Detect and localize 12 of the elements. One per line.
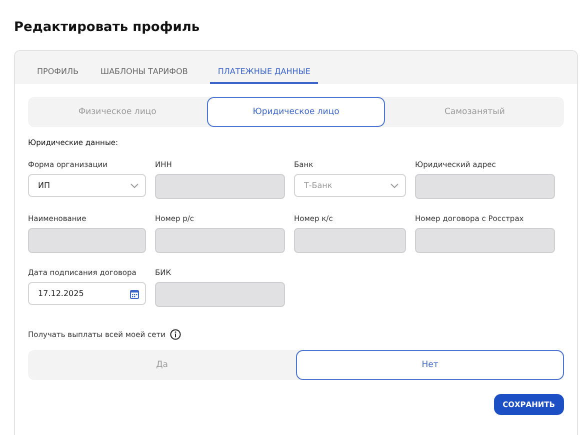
segment-option[interactable]: Юридическое лицо (206, 97, 386, 127)
date-field[interactable]: 17.12.2025 (28, 282, 146, 305)
info-icon[interactable] (170, 329, 180, 340)
chevron-down-icon (130, 182, 139, 188)
tab[interactable]: ШАБЛОНЫ ТАРИФОВ (100, 67, 196, 84)
segment-option[interactable]: Нет (296, 350, 564, 380)
chevron-down-icon (390, 182, 399, 188)
page-title: Редактировать профиль (14, 20, 201, 35)
select-field[interactable]: ИП (28, 174, 146, 197)
calendar-icon (130, 288, 139, 298)
tab[interactable]: ПЛАТЕЖНЫЕ ДАННЫЕ (210, 67, 318, 84)
tab[interactable]: ПРОФИЛЬ (37, 67, 87, 84)
